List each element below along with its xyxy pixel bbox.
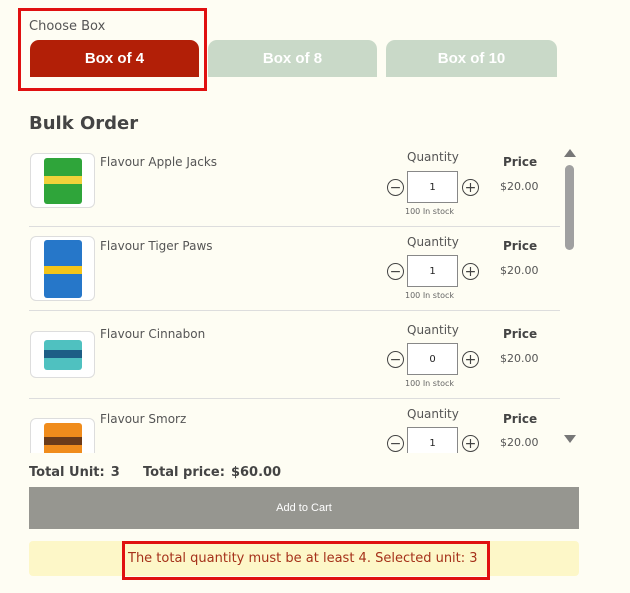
quantity-label: Quantity <box>407 407 459 421</box>
scroll-up-arrow-icon[interactable] <box>564 149 576 157</box>
product-name: Flavour Tiger Paws <box>100 239 213 253</box>
tab-box-of-8[interactable]: Box of 8 <box>208 40 377 77</box>
total-price: Total price: $60.00 <box>143 465 281 480</box>
price-value: $20.00 <box>500 436 539 449</box>
product-row: Flavour Tiger Paws Quantity − + 100 In s… <box>29 227 560 311</box>
quantity-input[interactable] <box>407 427 458 453</box>
total-unit-value: 3 <box>110 465 120 480</box>
price-label: Price <box>503 239 538 253</box>
product-name: Flavour Apple Jacks <box>100 155 218 169</box>
product-name: Flavour Smorz <box>100 412 187 426</box>
product-thumbnail <box>30 236 95 301</box>
quantity-label: Quantity <box>407 235 459 249</box>
product-thumbnail <box>30 418 95 453</box>
tab-box-of-10[interactable]: Box of 10 <box>386 40 557 77</box>
stock-text: 100 In stock <box>405 379 455 388</box>
product-row: Flavour Smorz Quantity − + Price $20.00 <box>29 399 560 453</box>
product-image <box>43 339 82 370</box>
price-value: $20.00 <box>500 352 539 365</box>
quantity-label: Quantity <box>407 323 459 337</box>
product-row: Flavour Cinnabon Quantity − + 100 In sto… <box>29 315 560 399</box>
scrollbar-thumb[interactable] <box>565 165 574 250</box>
product-image <box>43 157 82 204</box>
decrement-button[interactable]: − <box>387 351 404 368</box>
product-name: Flavour Cinnabon <box>100 327 206 341</box>
total-price-label: Total price: <box>143 465 225 480</box>
price-label: Price <box>503 327 538 341</box>
quantity-input[interactable] <box>407 343 458 375</box>
total-price-value: $60.00 <box>230 465 282 480</box>
tab-box-of-4[interactable]: Box of 4 <box>30 40 199 77</box>
increment-button[interactable]: + <box>462 351 479 368</box>
price-label: Price <box>503 412 538 426</box>
product-thumbnail <box>30 331 95 378</box>
section-title: Bulk Order <box>29 113 139 134</box>
product-thumbnail <box>30 153 95 208</box>
decrement-button[interactable]: − <box>387 263 404 280</box>
scrollbar[interactable] <box>563 143 577 453</box>
decrement-button[interactable]: − <box>387 435 404 452</box>
total-unit-label: Total Unit: <box>29 465 105 480</box>
choose-box-label: Choose Box <box>29 19 106 34</box>
alert-message: The total quantity must be at least 4. S… <box>128 551 478 566</box>
add-to-cart-button[interactable]: Add to Cart <box>29 487 579 529</box>
total-units: Total Unit: 3 <box>29 465 126 480</box>
product-row: Flavour Apple Jacks Quantity − + 100 In … <box>29 143 560 227</box>
price-value: $20.00 <box>500 264 539 277</box>
product-image <box>43 422 82 453</box>
stock-text: 100 In stock <box>405 291 455 300</box>
scroll-down-arrow-icon[interactable] <box>564 435 576 443</box>
quantity-input[interactable] <box>407 171 458 203</box>
price-value: $20.00 <box>500 180 539 193</box>
product-list: Flavour Apple Jacks Quantity − + 100 In … <box>29 143 560 453</box>
quantity-label: Quantity <box>407 150 459 164</box>
decrement-button[interactable]: − <box>387 179 404 196</box>
quantity-input[interactable] <box>407 255 458 287</box>
increment-button[interactable]: + <box>462 263 479 280</box>
increment-button[interactable]: + <box>462 179 479 196</box>
increment-button[interactable]: + <box>462 435 479 452</box>
product-image <box>43 239 82 298</box>
stock-text: 100 In stock <box>405 207 455 216</box>
price-label: Price <box>503 155 538 169</box>
